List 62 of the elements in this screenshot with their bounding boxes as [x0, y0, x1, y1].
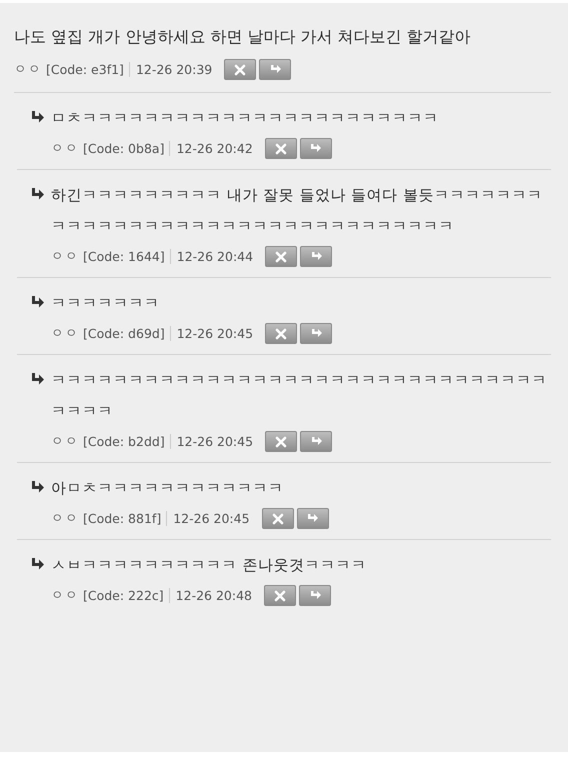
reply-button[interactable] — [300, 246, 332, 267]
author-name: ㅇㅇ — [51, 433, 79, 450]
comment-time: 12-26 20:42 — [176, 141, 253, 156]
reply-text: ㅁㅊㅋㅋㅋㅋㅋㅋㅋㅋㅋㅋㅋㅋㅋㅋㅋㅋㅋㅋㅋㅋㅋㅋㅋ — [51, 108, 438, 129]
comment-code: [Code: b2dd] — [83, 434, 171, 449]
delete-button[interactable] — [265, 246, 298, 267]
reply-arrow-icon — [31, 558, 45, 570]
close-icon — [274, 142, 287, 154]
comment-code: [Code: d69d] — [83, 326, 171, 341]
reply-text: 하긴ㅋㅋㅋㅋㅋㅋㅋㅋㅋ 내가 잘못 들었나 들여다 볼듯ㅋㅋㅋㅋㅋㅋㅋㅋㅋㅋㅋㅋㅋㅋㅋㅋㅋㅋㅋㅋㅋㅋㅋㅋㅋㅋㅋㅋㅋㅋㅋㅋㅋ — [51, 185, 544, 237]
comment-code: [Code: 222c] — [83, 588, 170, 603]
close-icon — [275, 436, 288, 448]
reply-arrow-icon — [31, 296, 45, 308]
reply-arrow-icon — [310, 436, 323, 447]
reply-arrow-icon — [31, 111, 45, 123]
comment-time: 12-26 20:45 — [173, 511, 250, 526]
reply-arrow-icon — [308, 590, 322, 601]
delete-button[interactable] — [264, 585, 296, 606]
close-icon — [272, 512, 284, 524]
comment-time: 12-26 20:39 — [136, 62, 212, 77]
close-icon — [275, 328, 288, 340]
author-name: ㅇㅇ — [51, 140, 79, 157]
reply-text: ㅅㅂㅋㅋㅋㅋㅋㅋㅋㅋㅋㅋ 존나웃겻ㅋㅋㅋㅋ — [51, 555, 366, 576]
close-icon — [234, 64, 246, 76]
reply-arrow-icon — [309, 143, 322, 154]
comment-code: [Code: 1644] — [83, 249, 171, 264]
comment-code: [Code: e3f1] — [46, 62, 130, 77]
reply-button[interactable] — [300, 138, 332, 159]
delete-button[interactable] — [262, 508, 294, 529]
delete-button[interactable] — [265, 323, 298, 344]
close-icon — [274, 590, 286, 602]
reply-button[interactable] — [299, 585, 331, 606]
reply-button[interactable] — [259, 59, 292, 80]
reply-arrow-icon — [310, 328, 323, 339]
reply-button[interactable] — [300, 323, 332, 344]
comment-time: 12-26 20:45 — [176, 434, 254, 449]
delete-button[interactable] — [224, 59, 256, 80]
comment-code: [Code: 881f] — [83, 511, 168, 526]
reply-button[interactable] — [296, 508, 329, 529]
author-name: ㅇㅇ — [51, 248, 79, 265]
reply-arrow-icon — [268, 64, 282, 75]
reply-arrow-icon — [31, 373, 45, 385]
reply-arrow-icon — [306, 513, 320, 524]
reply-arrow-icon — [310, 251, 323, 262]
author-name: ㅇㅇ — [51, 510, 79, 527]
comment-time: 12-26 20:44 — [176, 249, 254, 264]
reply-text: ㅋㅋㅋㅋㅋㅋㅋ — [51, 293, 160, 314]
comment-text: 나도 옆집 개가 안녕하세요 하면 날마다 가서 쳐다보긴 할거같아 — [14, 26, 472, 48]
delete-button[interactable] — [265, 431, 298, 452]
reply-text: ㅋㅋㅋㅋㅋㅋㅋㅋㅋㅋㅋㅋㅋㅋㅋㅋㅋㅋㅋㅋㅋㅋㅋㅋㅋㅋㅋㅋㅋㅋㅋㅋㅋㅋㅋㅋ — [51, 370, 548, 422]
author-name: ㅇㅇ — [51, 587, 79, 604]
delete-button[interactable] — [264, 138, 297, 159]
reply-text: 아ㅁㅊㅋㅋㅋㅋㅋㅋㅋㅋㅋㅋㅋㅋ — [51, 478, 284, 499]
comment-code: [Code: 0b8a] — [83, 141, 170, 156]
reply-arrow-icon — [31, 188, 45, 200]
comment-time: 12-26 20:45 — [176, 326, 254, 341]
author-name: ㅇㅇ — [14, 61, 42, 78]
close-icon — [275, 250, 288, 262]
author-name: ㅇㅇ — [51, 325, 79, 342]
reply-button[interactable] — [300, 431, 332, 452]
comment-time: 12-26 20:48 — [176, 588, 252, 603]
reply-arrow-icon — [31, 481, 45, 493]
